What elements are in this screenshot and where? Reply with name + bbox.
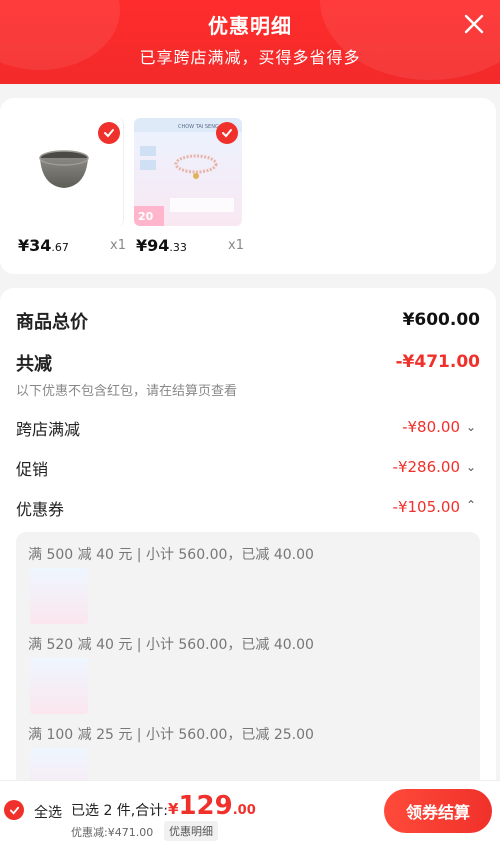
page-subtitle: 已享跨店满减，买得多省得多 — [139, 48, 361, 67]
product-quantity: x1 — [228, 238, 244, 253]
chevron-up-icon[interactable]: ⌃ — [466, 498, 476, 512]
close-button[interactable] — [462, 12, 486, 36]
total-reduce-value: -¥471.00 — [395, 352, 481, 372]
checkout-bar: 全选 已选 2 件,合计: ¥129.00 优惠减:¥471.00 优惠明细 领… — [0, 780, 500, 853]
coupon-value[interactable]: -¥105.00 — [393, 498, 460, 516]
total-price-label: 商品总价 — [16, 312, 88, 333]
coupon-rule: 满 520 减 40 元 | 小计 560.00，已减 40.00 — [28, 637, 314, 653]
coupon-rule: 满 500 减 40 元 | 小计 560.00，已减 40.00 — [28, 547, 314, 563]
product-quantity: x1 — [110, 238, 126, 253]
product-price: ¥34.67 — [18, 236, 69, 255]
select-all-label[interactable]: 全选 — [34, 802, 62, 822]
discount-detail-tag[interactable]: 优惠明细 — [164, 821, 218, 841]
discount-note: 以下优惠不包含红包，请在结算页查看 — [16, 384, 238, 399]
checkout-button[interactable]: 领券结算 — [384, 789, 492, 833]
product-selected-check[interactable] — [216, 122, 238, 144]
cross-store-label[interactable]: 跨店满减 — [16, 416, 80, 440]
product-list: ¥34.67 x1 CHOW TAI SENG 20 ¥94.33 x1 — [0, 98, 496, 274]
header: 优惠明细 已享跨店满减，买得多省得多 — [0, 0, 500, 84]
total-price-value: ¥600.00 — [402, 310, 480, 330]
chevron-down-icon[interactable]: ⌄ — [466, 460, 476, 474]
product-item[interactable] — [16, 118, 124, 226]
check-icon — [104, 129, 114, 138]
cross-store-value[interactable]: -¥80.00 — [402, 418, 460, 436]
chevron-down-icon[interactable]: ⌄ — [466, 420, 476, 434]
selected-count: 已选 2 件,合计: — [71, 803, 168, 819]
coupon-rule: 满 100 减 25 元 | 小计 560.00，已减 25.00 — [28, 727, 314, 743]
total-amount: ¥129.00 — [168, 791, 256, 821]
close-icon — [464, 14, 484, 34]
select-all-checkbox[interactable] — [4, 800, 24, 820]
product-price: ¥94.33 — [136, 236, 187, 255]
promo-badge-text: 20 — [138, 210, 154, 223]
discount-detail: 商品总价 ¥600.00 共减 -¥471.00 以下优惠不包含红包，请在结算页… — [0, 288, 496, 802]
page-title: 优惠明细 — [208, 14, 292, 38]
coupon-product-thumb — [30, 658, 88, 714]
brand-text: CHOW TAI SENG — [178, 124, 219, 130]
coupon-product-thumb — [30, 568, 88, 624]
product-selected-check[interactable] — [98, 122, 120, 144]
promotion-label[interactable]: 促销 — [16, 456, 48, 480]
check-icon — [9, 806, 19, 815]
check-icon — [222, 129, 232, 138]
coupon-list: 满 500 减 40 元 | 小计 560.00，已减 40.00 满 520 … — [16, 532, 480, 802]
coupon-label[interactable]: 优惠券 — [16, 496, 64, 520]
saved-amount: 优惠减:¥471.00 — [71, 826, 154, 839]
promotion-value[interactable]: -¥286.00 — [393, 458, 460, 476]
product-item[interactable]: CHOW TAI SENG 20 — [134, 118, 242, 226]
total-reduce-label: 共减 — [16, 354, 52, 375]
